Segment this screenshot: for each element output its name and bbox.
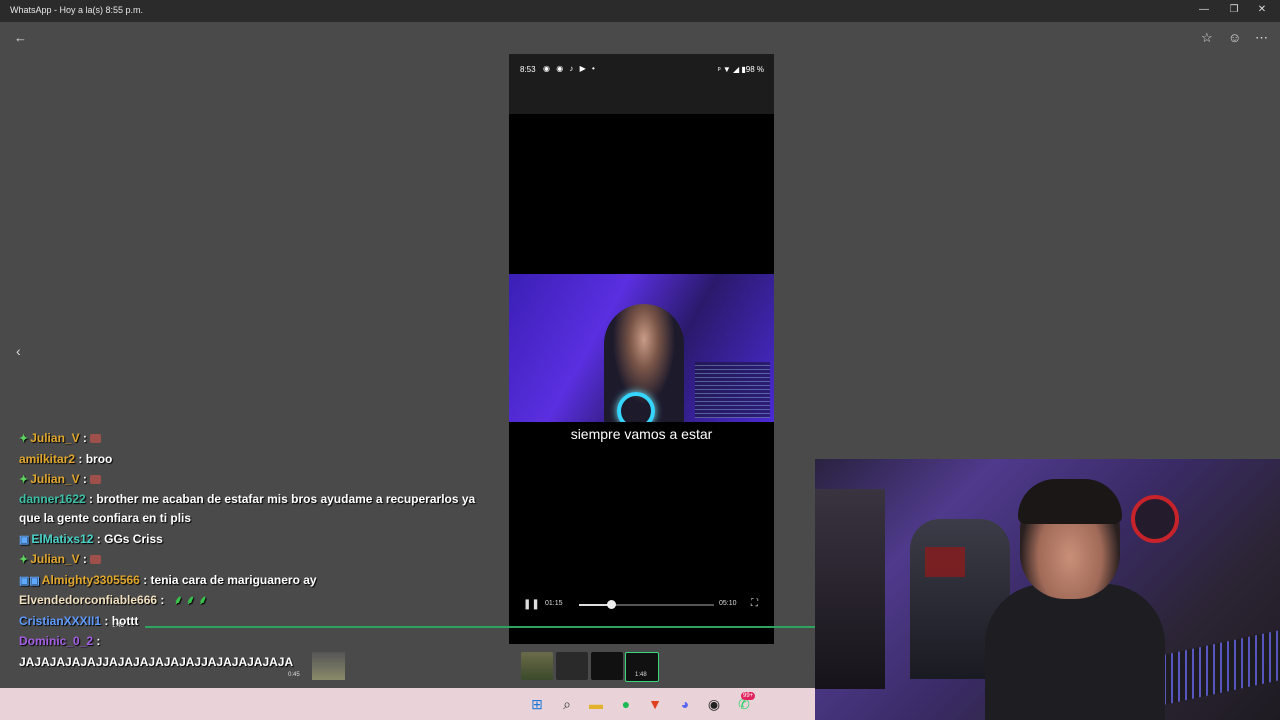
back-arrow-icon[interactable]: ← — [14, 30, 27, 45]
windows-taskbar: ⊞ ⌕ ▬ ● ▼ ◕ ◉ ✆ — [0, 688, 815, 720]
previous-media-icon[interactable]: ‹ — [16, 343, 21, 359]
thumbnail-3[interactable] — [591, 652, 623, 680]
chat-separator: : — [75, 451, 86, 466]
chat-username[interactable]: Julian_V — [30, 552, 79, 566]
chat-badge-icon: ▣ — [19, 533, 30, 546]
seek-bar[interactable] — [579, 600, 714, 609]
chat-badge-icon: ✦ — [19, 474, 29, 486]
chat-badge-icon: ✦ — [19, 554, 29, 566]
chat-text: JAJAJAJAJAJJAJAJAJAJAJAJJAJAJAJAJAJA — [19, 654, 294, 669]
chat-username[interactable]: Almighty3305566 — [42, 573, 140, 587]
chat-username[interactable]: danner1622 — [19, 492, 86, 506]
chat-message: ✦ Julian_V : — [19, 549, 499, 570]
streamer-body — [985, 584, 1165, 720]
thumbnail-1[interactable] — [521, 652, 553, 680]
chat-text: GGs Criss — [104, 531, 163, 546]
rgb-keyboard — [1145, 629, 1280, 709]
discord-icon[interactable]: ◕ — [676, 695, 694, 713]
close-icon[interactable]: ✕ — [1255, 4, 1269, 15]
pause-icon[interactable]: ❚❚ — [523, 599, 540, 610]
emoji-icon[interactable]: ☺ — [1228, 30, 1241, 45]
chat-emote-icon — [89, 434, 101, 444]
notification-badge: 99+ — [741, 692, 756, 700]
phone-screen-video[interactable]: 8:53 ◉ ◉ ♪ ▶ • ᵖ ▼ ◢ ▮98 % siempre vamos… — [509, 54, 774, 644]
stream-chat: ✦ Julian_V : amilkitar2 : broo ✦ Julian_V :d… — [19, 428, 499, 672]
chat-emote-icons: ⸙ ⸙ ⸙ — [173, 593, 208, 607]
chat-separator: : — [79, 472, 87, 486]
battery-signal-icons: ᵖ ▼ ◢ ▮98 % — [717, 65, 764, 74]
window-title: WhatsApp - Hoy a la(s) 8:55 p.m. — [10, 5, 144, 15]
chat-username[interactable]: Elvendedorconfiable666 — [19, 593, 157, 607]
total-time: 05:10 — [719, 600, 737, 607]
chat-separator: : — [139, 572, 151, 587]
chat-separator: : — [79, 431, 87, 445]
video-controls: ❚❚ 01:15 05:10 ⛶ — [509, 592, 774, 618]
search-icon[interactable]: ⌕ — [558, 695, 576, 713]
chat-message: JAJAJAJAJAJJAJAJAJAJAJAJJAJAJAJAJAJA — [19, 652, 499, 673]
ring-light — [617, 392, 655, 422]
seek-handle[interactable] — [607, 600, 617, 609]
chat-message: danner1622 : brother me acaban de estafa… — [19, 490, 499, 529]
chat-text: broo — [85, 451, 113, 466]
brave-icon[interactable]: ▼ — [646, 695, 664, 713]
media-thumbnail-small[interactable] — [312, 652, 345, 680]
chat-separator: : — [157, 593, 168, 607]
fullscreen-icon[interactable]: ⛶ — [751, 598, 758, 609]
minimize-icon[interactable]: — — [1197, 4, 1211, 15]
chat-message: ✦ Julian_V : — [19, 428, 499, 449]
chat-message: Elvendedorconfiable666 : ⸙ ⸙ ⸙ — [19, 590, 499, 611]
motorcycle-background — [815, 489, 885, 689]
chat-message: ▣ ElMatixs12 : GGs Criss — [19, 529, 499, 550]
obs-icon[interactable]: ◉ — [705, 695, 723, 713]
star-icon[interactable]: ☆ — [1201, 30, 1213, 46]
file-explorer-icon[interactable]: ▬ — [587, 695, 605, 713]
chat-emote-icon — [89, 475, 101, 485]
chat-message: amilkitar2 : broo — [19, 449, 499, 470]
chat-badge-icon: ▣▣ — [19, 574, 40, 587]
chat-message: CristianXXXII1 : hottt — [19, 611, 499, 632]
more-options-icon[interactable]: ⋯ — [1255, 30, 1268, 46]
overlay-chat — [695, 362, 770, 418]
phone-status-bar: 8:53 ◉ ◉ ♪ ▶ • ᵖ ▼ ◢ ▮98 % — [509, 54, 774, 114]
chat-emote-icon — [89, 555, 101, 565]
chat-username[interactable]: Dominic_0_2 — [19, 634, 93, 648]
stream-video-frame — [509, 274, 774, 422]
chat-username[interactable]: Julian_V — [30, 431, 79, 445]
chat-separator: : — [93, 531, 105, 546]
window-titlebar: WhatsApp - Hoy a la(s) 8:55 p.m. — ❐ ✕ — [0, 0, 1280, 22]
maximize-icon[interactable]: ❐ — [1227, 4, 1241, 15]
chat-username[interactable]: amilkitar2 — [19, 452, 75, 466]
chat-text: tenia cara de mariguanero ay — [150, 572, 317, 587]
thumbnail-time: 0:45 — [288, 672, 300, 678]
webcam-overlay — [815, 459, 1280, 720]
video-caption: siempre vamos a estar — [570, 426, 713, 442]
chat-username[interactable]: Julian_V — [30, 472, 79, 486]
cursor-time: 1:46 — [112, 623, 124, 629]
streamer-person — [985, 479, 1165, 720]
phone-status-time: 8:53 — [520, 65, 536, 74]
chat-username[interactable]: CristianXXXII1 — [19, 614, 101, 628]
chat-separator: : — [93, 634, 101, 648]
chat-username[interactable]: ElMatixs12 — [31, 532, 93, 546]
notification-icons: ◉ ◉ ♪ ▶ • — [543, 64, 597, 73]
thumbnail-2[interactable] — [556, 652, 588, 680]
windows-start-icon[interactable]: ⊞ — [528, 695, 546, 713]
spotify-icon[interactable]: ● — [617, 695, 635, 713]
thumbnail-active-time: 1:48 — [635, 672, 647, 678]
streamer-hair — [1018, 479, 1122, 524]
chat-separator: : — [79, 552, 87, 566]
chat-message: ▣▣ Almighty3305566 : tenia cara de marigu… — [19, 570, 499, 591]
chat-message: Dominic_0_2 : — [19, 631, 499, 652]
chat-message: ✦ Julian_V : — [19, 469, 499, 490]
current-time: 01:15 — [545, 600, 563, 607]
chat-separator: : — [85, 491, 97, 506]
chat-badge-icon: ✦ — [19, 433, 29, 445]
chat-separator: : — [101, 613, 112, 628]
chair-logo — [925, 547, 965, 577]
